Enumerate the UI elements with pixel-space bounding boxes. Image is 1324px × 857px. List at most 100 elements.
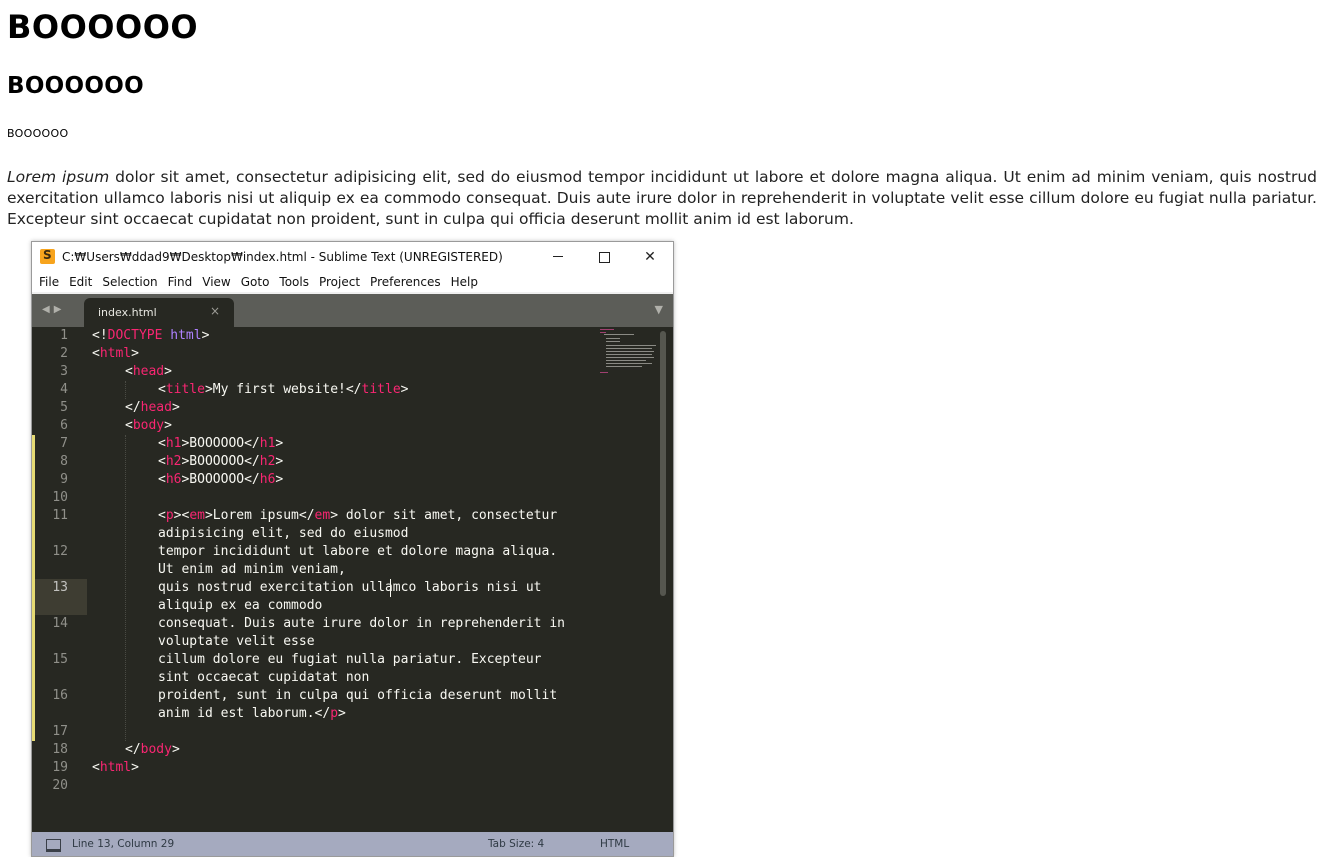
code-line-16-wrap: anim id est laborum.</p> — [158, 706, 346, 721]
minimap-line — [606, 345, 656, 346]
line-number: 1 — [60, 328, 68, 343]
menu-help[interactable]: Help — [446, 272, 483, 292]
minimap-line — [600, 329, 614, 330]
code-line-12-wrap: Ut enim ad minim veniam, — [158, 562, 346, 577]
code-line-8: <h2>BOOOOOO</h2> — [158, 454, 284, 469]
close-icon: ✕ — [644, 249, 656, 265]
page-heading-1: BOOOOOO — [7, 8, 199, 46]
minimap-line — [606, 348, 652, 349]
line-number: 20 — [52, 778, 68, 793]
line-number: 14 — [52, 616, 68, 631]
menu-goto[interactable]: Goto — [236, 272, 275, 292]
line-number: 18 — [52, 742, 68, 757]
minimap-line — [606, 360, 646, 361]
minimize-button[interactable] — [535, 242, 581, 272]
code-line-3: <head> — [125, 364, 172, 379]
page-heading-2: BOOOOOO — [7, 73, 144, 99]
minimap-line — [604, 334, 634, 335]
line-number: 12 — [52, 544, 68, 559]
minimap-line — [606, 351, 654, 352]
line-number: 15 — [52, 652, 68, 667]
code-line-7: <h1>BOOOOOO</h1> — [158, 436, 284, 451]
minimap-line — [606, 366, 642, 367]
menu-project[interactable]: Project — [314, 272, 365, 292]
page-heading-6: BOOOOOO — [7, 127, 69, 140]
tab-dropdown-icon[interactable]: ▼ — [655, 303, 663, 316]
code-line-11: <p><em>Lorem ipsum</em> dolor sit amet, … — [158, 508, 558, 523]
window-title: C:₩Users₩ddad9₩Desktop₩index.html - Subl… — [62, 250, 503, 264]
indent-guide — [125, 381, 127, 399]
status-syntax[interactable]: HTML — [600, 838, 629, 850]
code-line-16: proident, sunt in culpa qui officia dese… — [158, 688, 558, 703]
sublime-text-window: S C:₩Users₩ddad9₩Desktop₩index.html - Su… — [31, 241, 674, 857]
line-number: 3 — [60, 364, 68, 379]
line-number: 7 — [60, 436, 68, 451]
menu-find[interactable]: Find — [163, 272, 198, 292]
line-number: 10 — [52, 490, 68, 505]
status-tab-size[interactable]: Tab Size: 4 — [488, 838, 544, 850]
sublime-logo-icon: S — [40, 248, 55, 264]
paragraph-emphasis: Lorem ipsum — [7, 168, 110, 186]
minimize-icon — [553, 256, 563, 257]
code-line-4: <title>My first website!</title> — [158, 382, 409, 397]
line-number: 9 — [60, 472, 68, 487]
menu-bar: File Edit Selection Find View Goto Tools Projec… — [32, 272, 673, 292]
code-line-15: cillum dolore eu fugiat nulla pariatur. … — [158, 652, 542, 667]
minimap-line — [606, 354, 652, 355]
menu-tools[interactable]: Tools — [274, 272, 314, 292]
tab-bar: ◀▶ index.html × ▼ — [32, 294, 673, 327]
code-line-2: <html> — [92, 346, 139, 361]
line-number: 19 — [52, 760, 68, 775]
code-line-5: </head> — [125, 400, 180, 415]
tab-close-icon[interactable]: × — [210, 304, 220, 318]
line-number: 2 — [60, 346, 68, 361]
minimap-line — [606, 338, 620, 339]
code-line-13-wrap: aliquip ex ea commodo — [158, 598, 323, 613]
window-titlebar[interactable]: S C:₩Users₩ddad9₩Desktop₩index.html - Su… — [32, 242, 673, 272]
close-button[interactable]: ✕ — [627, 242, 673, 272]
paragraph-text: dolor sit amet, consectetur adipisicing … — [7, 168, 1317, 228]
menu-selection[interactable]: Selection — [97, 272, 162, 292]
status-bar: Line 13, Column 29 Tab Size: 4 HTML — [32, 832, 673, 856]
line-number: 8 — [60, 454, 68, 469]
code-line-14-wrap: voluptate velit esse — [158, 634, 315, 649]
code-line-1: <!DOCTYPE html> — [92, 328, 210, 343]
tab-nav-arrows-icon[interactable]: ◀▶ — [42, 304, 65, 315]
tab-label: index.html — [98, 306, 157, 319]
status-cursor-position: Line 13, Column 29 — [72, 838, 175, 850]
minimap[interactable] — [598, 327, 658, 387]
tab-index-html[interactable]: index.html × — [84, 298, 234, 327]
line-number: 11 — [52, 508, 68, 523]
menu-file[interactable]: File — [32, 272, 64, 292]
line-number: 5 — [60, 400, 68, 415]
line-number: 17 — [52, 724, 68, 739]
minimap-line — [600, 372, 608, 373]
panel-toggle-icon[interactable] — [46, 839, 61, 852]
code-line-9: <h6>BOOOOOO</h6> — [158, 472, 284, 487]
minimap-line — [606, 357, 654, 358]
indent-guide — [125, 435, 127, 741]
minimap-line — [606, 341, 620, 342]
line-number: 6 — [60, 418, 68, 433]
line-gutter: 1 2 3 4 5 6 7 8 9 10 11 12 13 14 15 16 1… — [32, 327, 87, 832]
maximize-button[interactable] — [581, 242, 627, 272]
code-editor[interactable]: 1 2 3 4 5 6 7 8 9 10 11 12 13 14 15 16 1… — [32, 327, 673, 832]
menu-edit[interactable]: Edit — [64, 272, 97, 292]
line-number-current: 13 — [52, 580, 68, 595]
code-line-14: consequat. Duis aute irure dolor in repr… — [158, 616, 565, 631]
code-line-11-wrap: adipisicing elit, sed do eiusmod — [158, 526, 409, 541]
maximize-icon — [598, 252, 610, 263]
menu-preferences[interactable]: Preferences — [365, 272, 446, 292]
line-number: 16 — [52, 688, 68, 703]
minimap-line — [600, 332, 606, 333]
code-line-18: </body> — [125, 742, 180, 757]
line-number: 4 — [60, 382, 68, 397]
text-caret — [390, 579, 391, 597]
vertical-scrollbar[interactable] — [660, 331, 666, 596]
menu-view[interactable]: View — [197, 272, 235, 292]
code-line-19: <html> — [92, 760, 139, 775]
code-line-12: tempor incididunt ut labore et dolore ma… — [158, 544, 558, 559]
code-line-13: quis nostrud exercitation ullamco labori… — [158, 580, 542, 595]
code-line-15-wrap: sint occaecat cupidatat non — [158, 670, 370, 685]
minimap-line — [606, 363, 652, 364]
